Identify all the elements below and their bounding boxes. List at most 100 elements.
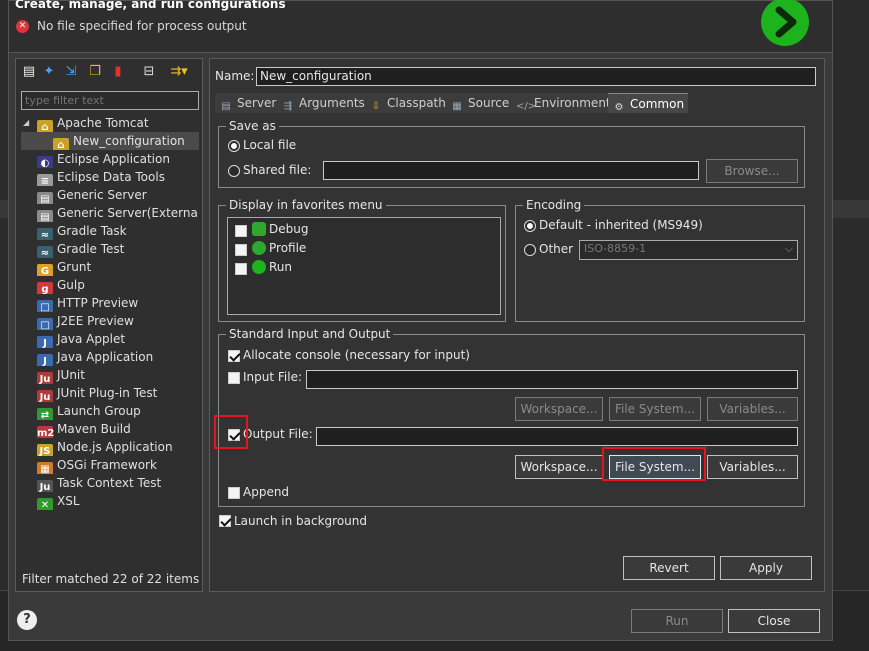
shared-file-input[interactable] xyxy=(323,161,699,180)
tree-item-label: Maven Build xyxy=(57,422,131,436)
tree-item-label: Node.js Application xyxy=(57,440,173,454)
dialog-header: Create, manage, and run configurations ✕… xyxy=(9,0,832,53)
favorites-title: Display in favorites menu xyxy=(226,198,386,212)
tree-item[interactable]: ≡ Eclipse Data Tools xyxy=(21,168,199,186)
close-button[interactable]: Close xyxy=(728,609,820,633)
tree-item[interactable]: ◢ ⌂ Apache Tomcat xyxy=(21,114,199,132)
tab-arguments[interactable]: ⇶ Arguments xyxy=(277,93,369,113)
encoding-default-radio[interactable] xyxy=(524,220,536,232)
tree-item[interactable]: Ju JUnit xyxy=(21,366,199,384)
environment-icon: </> xyxy=(516,101,537,112)
classpath-icon: ⇩ xyxy=(371,101,381,112)
output-variables-button[interactable]: Variables... xyxy=(707,455,798,479)
task-icon: Ju xyxy=(37,480,53,492)
tree-item-label: Eclipse Application xyxy=(57,152,170,166)
output-workspace-button[interactable]: Workspace... xyxy=(515,455,603,479)
tree-item[interactable]: ▦ OSGi Framework xyxy=(21,456,199,474)
append-checkbox[interactable] xyxy=(228,487,240,499)
output-file-input[interactable] xyxy=(316,427,798,446)
configuration-editor: Name: New_configuration ▤ Server ⇶ Argumen… xyxy=(209,58,825,592)
tree-item[interactable]: JS Node.js Application xyxy=(21,438,199,456)
tree-item[interactable]: ◐ Eclipse Application xyxy=(21,150,199,168)
allocate-console-checkbox[interactable] xyxy=(228,350,240,362)
tree-item-label: Eclipse Data Tools xyxy=(57,170,165,184)
input-file-label: Input File: xyxy=(243,370,303,384)
tree-item[interactable]: □ J2EE Preview xyxy=(21,312,199,330)
run-configurations-dialog: Create, manage, and run configurations ✕… xyxy=(8,0,833,641)
tree-item[interactable]: ≈ Gradle Task xyxy=(21,222,199,240)
encoding-select[interactable]: ISO-8859-1 ⌵ xyxy=(579,240,798,260)
new-prototype-icon[interactable]: ✦ xyxy=(40,63,58,81)
expand-arrow-icon[interactable]: ◢ xyxy=(23,114,29,132)
tree-item[interactable]: ✕ XSL xyxy=(21,492,199,510)
input-file-system-button[interactable]: File System... xyxy=(609,397,701,421)
collapse-all-icon[interactable]: ⊟ xyxy=(140,63,158,81)
source-icon: ▦ xyxy=(452,101,462,112)
tab-server[interactable]: ▤ Server xyxy=(215,93,281,113)
tab-source[interactable]: ▦ Source xyxy=(446,93,514,113)
launch-background-checkbox[interactable] xyxy=(219,515,231,527)
tree-item[interactable]: □ HTTP Preview xyxy=(21,294,199,312)
shared-file-label: Shared file: xyxy=(243,163,312,177)
tab-environment[interactable]: </>Environment xyxy=(512,93,615,113)
encoding-select-value: ISO-8859-1 xyxy=(584,242,647,255)
favorite-debug-checkbox[interactable] xyxy=(235,225,247,237)
database-icon: ≡ xyxy=(37,174,53,186)
tree-item-label: Generic Server(External La xyxy=(57,206,199,220)
duplicate-icon[interactable]: ❐ xyxy=(86,63,104,81)
tree-item[interactable]: m2 Maven Build xyxy=(21,420,199,438)
favorite-profile-checkbox[interactable] xyxy=(235,244,247,256)
run-button[interactable]: Run xyxy=(631,609,723,633)
tab-common[interactable]: ⚙ Common xyxy=(608,93,689,113)
tree-item[interactable]: ⇄ Launch Group xyxy=(21,402,199,420)
configuration-type-panel: ▤ ✦ ⇲ ❐ ▮ ⊟ ⇉▾ ◢ ⌂ Apache Tomcat ⌂ New_confi… xyxy=(15,58,203,592)
filter-menu-icon[interactable]: ⇉▾ xyxy=(164,63,194,81)
tree-item-label: Apache Tomcat xyxy=(57,116,149,130)
tab-label: Arguments xyxy=(299,96,365,110)
output-file-label: Output File: xyxy=(243,427,313,441)
input-file-input[interactable] xyxy=(306,370,798,389)
tree-item-label: Generic Server xyxy=(57,188,147,202)
filter-status: Filter matched 22 of 22 items xyxy=(22,572,200,586)
input-file-checkbox[interactable] xyxy=(228,372,240,384)
apply-button[interactable]: Apply xyxy=(720,556,812,580)
tree-item[interactable]: Ju Task Context Test xyxy=(21,474,199,492)
tree-item[interactable]: ≈ Gradle Test xyxy=(21,240,199,258)
xsl-icon: ✕ xyxy=(37,498,53,510)
favorite-profile-item: Profile xyxy=(252,241,306,255)
tree-item[interactable]: g Gulp xyxy=(21,276,199,294)
tab-label: Server xyxy=(237,96,277,110)
tree-item[interactable]: ▤ Generic Server xyxy=(21,186,199,204)
allocate-console-label: Allocate console (necessary for input) xyxy=(243,348,470,362)
encoding-default-label: Default - inherited (MS949) xyxy=(539,218,703,232)
debug-icon xyxy=(252,222,266,236)
tree-item-label: HTTP Preview xyxy=(57,296,139,310)
tree-item[interactable]: J Java Applet xyxy=(21,330,199,348)
help-icon[interactable]: ? xyxy=(17,610,37,630)
input-workspace-button[interactable]: Workspace... xyxy=(515,397,603,421)
tree-item-label: Java Application xyxy=(57,350,154,364)
server-icon: ▤ xyxy=(37,192,53,204)
shared-file-radio[interactable] xyxy=(228,165,240,177)
gradle-icon: ≈ xyxy=(37,228,53,240)
tree-item[interactable]: J Java Application xyxy=(21,348,199,366)
delete-icon[interactable]: ▮ xyxy=(109,63,127,81)
browse-button[interactable]: Browse... xyxy=(706,159,798,183)
input-variables-button[interactable]: Variables... xyxy=(707,397,798,421)
revert-button[interactable]: Revert xyxy=(623,556,715,580)
export-configuration-icon[interactable]: ⇲ xyxy=(62,63,80,81)
tree-item[interactable]: ⌂ New_configuration xyxy=(21,132,199,150)
tree-item[interactable]: ▤ Generic Server(External La xyxy=(21,204,199,222)
filter-input[interactable] xyxy=(21,91,199,110)
tree-item-label: J2EE Preview xyxy=(57,314,134,328)
name-input[interactable]: New_configuration xyxy=(256,67,816,86)
tree-item[interactable]: Ju JUnit Plug-in Test xyxy=(21,384,199,402)
new-configuration-icon[interactable]: ▤ xyxy=(20,63,38,81)
tree-item[interactable]: G Grunt xyxy=(21,258,199,276)
tree-item-label: JUnit xyxy=(57,368,85,382)
osgi-icon: ▦ xyxy=(37,462,53,474)
favorite-run-checkbox[interactable] xyxy=(235,263,247,275)
encoding-other-radio[interactable] xyxy=(524,244,536,256)
tab-classpath[interactable]: ⇩ Classpath xyxy=(365,93,450,113)
local-file-radio[interactable] xyxy=(228,140,240,152)
